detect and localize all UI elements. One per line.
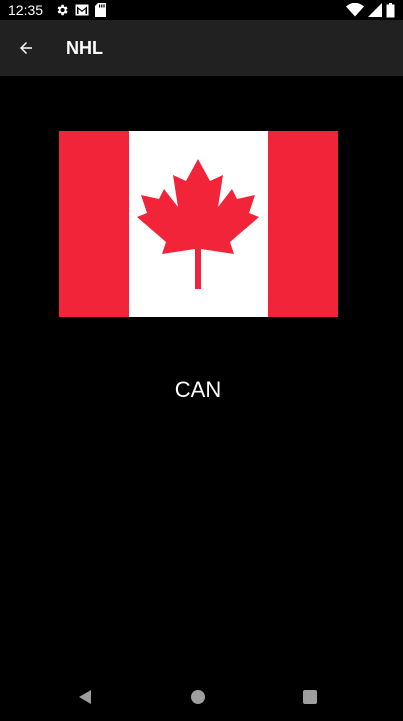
- signal-icon: [368, 3, 382, 17]
- country-code-label: CAN: [174, 377, 222, 402]
- status-bar: 12:35: [0, 0, 403, 20]
- status-notification-icons: [55, 2, 106, 18]
- arrow-back-icon: [17, 39, 35, 57]
- canada-flag: [59, 131, 338, 317]
- home-circle-icon: [190, 689, 206, 705]
- back-button[interactable]: [6, 28, 46, 68]
- sd-card-icon: [95, 3, 106, 17]
- settings-icon: [55, 3, 69, 17]
- gmail-icon: [75, 4, 89, 16]
- nav-recents-button[interactable]: [296, 683, 324, 711]
- wifi-icon: [346, 3, 364, 17]
- app-bar: NHL: [0, 20, 403, 76]
- nav-home-button[interactable]: [184, 683, 212, 711]
- navigation-bar: [0, 673, 403, 721]
- status-system-icons: [346, 2, 395, 18]
- back-triangle-icon: [77, 689, 93, 705]
- recents-square-icon: [302, 689, 318, 705]
- nav-back-button[interactable]: [71, 683, 99, 711]
- status-time: 12:35: [8, 2, 44, 18]
- page-title: NHL: [66, 38, 103, 58]
- battery-icon: [386, 2, 395, 18]
